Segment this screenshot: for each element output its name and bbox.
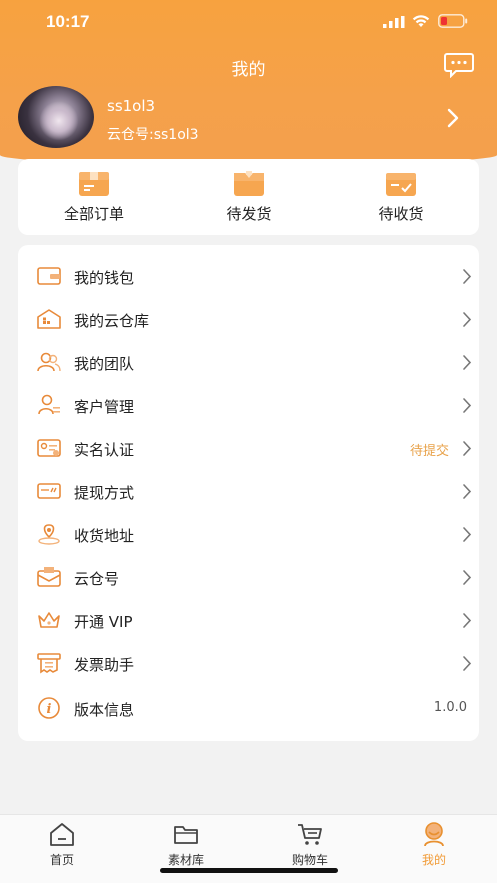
tab-home[interactable]: 首页 — [17, 815, 107, 875]
chevron-right-icon[interactable] — [446, 108, 460, 128]
menu-item-real-name[interactable]: 实名认证 待提交 — [18, 427, 479, 470]
version-number: 1.0.0 — [433, 700, 467, 715]
status-time: 10:17 — [46, 12, 90, 31]
menu-label: 发票助手 — [74, 656, 135, 674]
chevron-right-icon — [463, 269, 472, 284]
all-orders-box-icon — [79, 172, 109, 196]
order-all-label: 全部订单 — [63, 205, 124, 223]
cart-icon — [298, 824, 322, 845]
menu-label: 客户管理 — [74, 398, 135, 416]
menu-label: 我的钱包 — [74, 269, 135, 287]
menu-label: 收货地址 — [74, 527, 135, 545]
wallet-icon — [37, 267, 61, 285]
chevron-right-icon — [463, 441, 472, 456]
menu-item-vip[interactable]: 开通 VIP — [18, 599, 479, 642]
chevron-right-icon — [463, 398, 472, 413]
chevron-right-icon — [463, 312, 472, 327]
tab-label: 我的 — [421, 853, 446, 867]
card-icon — [37, 483, 61, 499]
wifi-icon — [412, 15, 430, 27]
home-indicator — [160, 868, 338, 873]
menu-label: 版本信息 — [74, 701, 135, 719]
tab-label: 素材库 — [167, 853, 204, 867]
menu-item-version[interactable]: i 版本信息 1.0.0 — [18, 687, 479, 730]
order-pending-shipment[interactable]: 待发货 — [189, 159, 309, 235]
chevron-right-icon — [463, 527, 472, 542]
chevron-right-icon — [463, 570, 472, 585]
menu-item-invoice[interactable]: 发票助手 — [18, 642, 479, 685]
menu-label: 提现方式 — [74, 484, 135, 502]
menu-label: 云仓号 — [74, 570, 120, 588]
menu-label: 开通 VIP — [74, 613, 133, 631]
team-icon — [37, 352, 61, 372]
chevron-right-icon — [463, 613, 472, 628]
envelope-icon — [37, 567, 61, 587]
real-name-status: 待提交 — [409, 444, 449, 459]
warehouse-icon — [37, 309, 61, 329]
chevron-right-icon — [463, 656, 472, 671]
menu-item-address[interactable]: 收货地址 — [18, 513, 479, 556]
message-icon[interactable] — [444, 52, 474, 78]
menu-item-customer[interactable]: 客户管理 — [18, 384, 479, 427]
svg-text:i: i — [47, 702, 52, 717]
menu-item-warehouse[interactable]: 我的云仓库 — [18, 298, 479, 341]
menu-item-wallet[interactable]: 我的钱包 — [18, 255, 479, 298]
info-icon: i — [38, 697, 60, 719]
username: ss1ol3 — [107, 97, 156, 115]
orders-card: 全部订单 待发货 待收货 — [18, 159, 479, 235]
menu-item-team[interactable]: 我的团队 — [18, 341, 479, 384]
page-title: 我的 — [231, 60, 266, 80]
tab-label: 购物车 — [291, 853, 328, 867]
location-icon — [38, 524, 60, 545]
tab-label: 首页 — [49, 853, 74, 867]
menu-item-cloud-id[interactable]: 云仓号 — [18, 556, 479, 599]
chevron-right-icon — [463, 484, 472, 499]
pending-shipment-box-icon — [234, 171, 264, 196]
tab-mine[interactable]: 我的 — [389, 815, 479, 875]
order-pending-receipt-label: 待收货 — [378, 205, 424, 223]
menu-label: 我的团队 — [74, 355, 135, 373]
menu-card: 我的钱包 我的云仓库 我的团队 客户管理 实名认证 待提交 提现方式 收货地址 … — [18, 245, 479, 741]
folder-icon — [174, 826, 198, 844]
customer-icon — [38, 394, 60, 415]
battery-icon — [438, 14, 468, 28]
id-card-icon — [37, 439, 61, 457]
signal-icon — [383, 16, 405, 28]
status-bar: 10:17 — [0, 0, 497, 44]
order-all[interactable]: 全部订单 — [34, 159, 154, 235]
order-pending-receipt[interactable]: 待收货 — [341, 159, 461, 235]
tab-materials[interactable]: 素材库 — [141, 815, 231, 875]
crown-icon — [38, 612, 60, 628]
menu-label: 我的云仓库 — [74, 312, 150, 330]
cloud-id: 云仓号:ss1ol3 — [107, 127, 199, 143]
user-icon — [424, 822, 444, 847]
menu-item-withdraw[interactable]: 提现方式 — [18, 470, 479, 513]
invoice-icon — [37, 653, 61, 674]
menu-label: 实名认证 — [74, 441, 135, 459]
home-icon — [50, 823, 74, 846]
tab-cart[interactable]: 购物车 — [265, 815, 355, 875]
chevron-right-icon — [463, 355, 472, 370]
avatar-image — [28, 90, 84, 146]
order-pending-shipment-label: 待发货 — [226, 205, 272, 223]
pending-receipt-box-icon — [386, 173, 416, 196]
avatar[interactable] — [18, 86, 94, 148]
